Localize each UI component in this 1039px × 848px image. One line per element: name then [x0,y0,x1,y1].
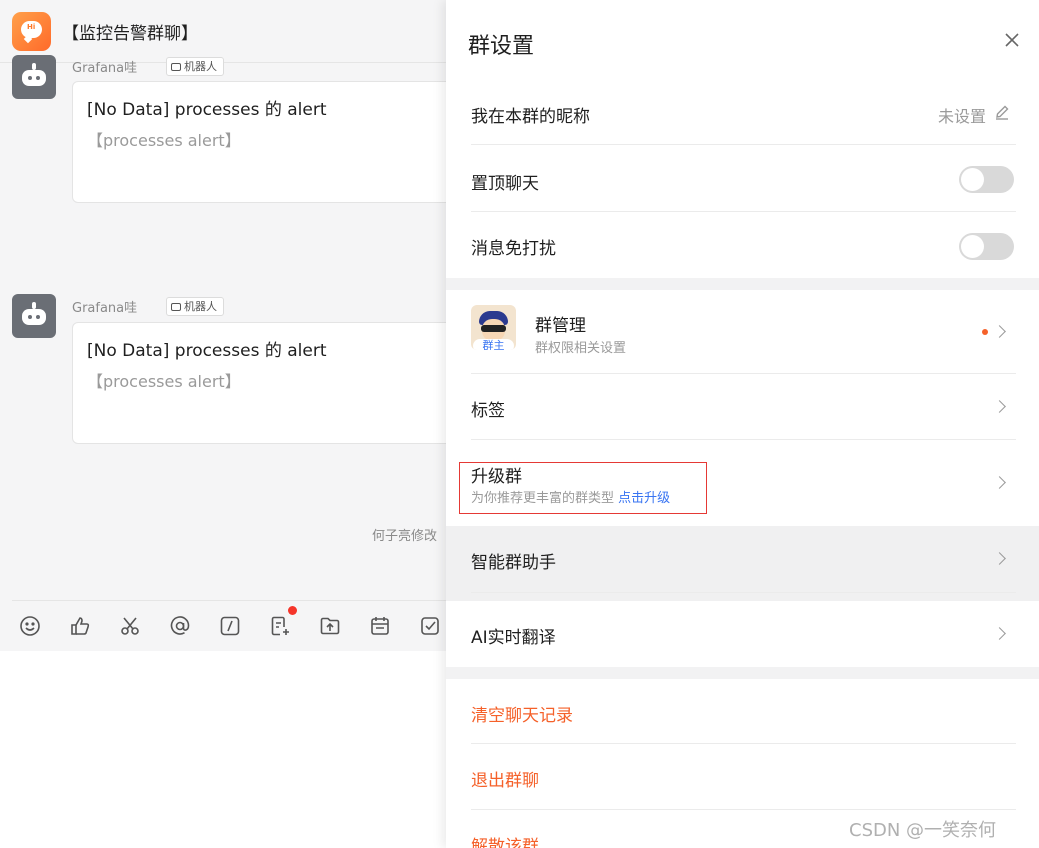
unread-dot [982,329,988,335]
nickname-label: 我在本群的昵称 [471,107,590,127]
section-divider [446,278,1039,290]
nickname-value: 未设置 [937,107,986,126]
command-icon[interactable] [219,615,241,637]
clear-history-label: 清空聊天记录 [471,706,573,726]
chevron-right-icon [993,476,1006,489]
clear-history-row[interactable]: 清空聊天记录 [471,679,1016,744]
tags-row[interactable]: 标签 [471,374,1016,440]
message-input[interactable] [0,651,446,848]
thumbs-up-icon[interactable] [69,615,91,637]
message-body: 【processes alert】 [87,131,241,150]
mute-row: 消息免打扰 [471,212,1016,278]
bot-tag: 机器人 [166,57,224,76]
robot-icon [171,63,181,71]
owner-badge: 群主 [473,339,514,350]
message-title: [No Data] processes 的 alert [87,100,327,120]
message-card[interactable]: [No Data] processes 的 alert 【processes a… [72,81,446,203]
message-title: [No Data] processes 的 alert [87,341,327,361]
assistant-row[interactable]: 智能群助手 [471,526,1016,593]
message-body: 【processes alert】 [87,372,241,391]
chevron-right-icon [993,325,1006,338]
emoji-icon[interactable] [19,615,41,637]
edit-notice: 何子亮修改 [372,529,438,544]
message-sender[interactable]: Grafana哇 [72,57,137,76]
chat-title[interactable]: 【监控告警群聊】 [62,19,198,44]
notification-dot [288,606,297,615]
group-logo-text: Hi [27,23,36,31]
chevron-right-icon [993,400,1006,413]
bot-avatar-icon[interactable] [12,55,56,99]
tags-label: 标签 [471,401,505,421]
mute-label: 消息免打扰 [471,239,556,259]
group-admin-label: 群管理 [535,316,586,336]
dissolve-group-label: 解散该群 [471,837,539,848]
mute-toggle[interactable] [959,233,1014,260]
at-icon[interactable] [169,615,191,637]
group-settings-panel: 群设置 我在本群的昵称 未设置 置顶聊天 消息免打扰 群主 群管理 群权限相关设… [446,0,1039,848]
calendar-icon[interactable] [369,615,391,637]
group-admin-sub: 群权限相关设置 [535,341,627,356]
chat-header: Hi 【监控告警群聊】 [0,0,446,63]
close-icon[interactable] [1002,30,1022,50]
message-sender[interactable]: Grafana哇 [72,297,137,316]
pin-chat-label: 置顶聊天 [471,174,539,194]
leave-group-row[interactable]: 退出群聊 [471,744,1016,810]
chevron-right-icon [993,627,1006,640]
pin-chat-row: 置顶聊天 [471,145,1016,212]
chat-window: Hi 【监控告警群聊】 Grafana哇 机器人 [No Data] proce… [0,0,446,848]
watermark: CSDN @一笑奈何 [849,820,997,841]
group-logo-icon[interactable]: Hi [12,12,51,51]
translate-row[interactable]: AI实时翻译 [471,601,1016,667]
bot-tag: 机器人 [166,297,224,316]
assistant-label: 智能群助手 [471,553,556,573]
panel-title: 群设置 [468,34,535,59]
nickname-row[interactable]: 我在本群的昵称 未设置 [471,80,1016,145]
bot-avatar-icon[interactable] [12,294,56,338]
pin-chat-toggle[interactable] [959,166,1014,193]
highlight-box [459,462,707,514]
scissors-icon[interactable] [119,615,141,637]
edit-pencil-icon[interactable] [994,104,1010,120]
group-admin-row[interactable]: 群主 群管理 群权限相关设置 [471,300,1016,374]
chevron-right-icon [993,552,1006,565]
robot-icon [171,303,181,311]
input-toolbar [12,600,446,651]
owner-avatar: 群主 [471,305,516,350]
message-card[interactable]: [No Data] processes 的 alert 【processes a… [72,322,446,444]
upload-icon[interactable] [319,615,341,637]
task-icon[interactable] [419,615,441,637]
leave-group-label: 退出群聊 [471,771,539,791]
doc-add-icon[interactable] [269,615,291,637]
translate-label: AI实时翻译 [471,628,556,648]
section-divider [446,667,1039,679]
